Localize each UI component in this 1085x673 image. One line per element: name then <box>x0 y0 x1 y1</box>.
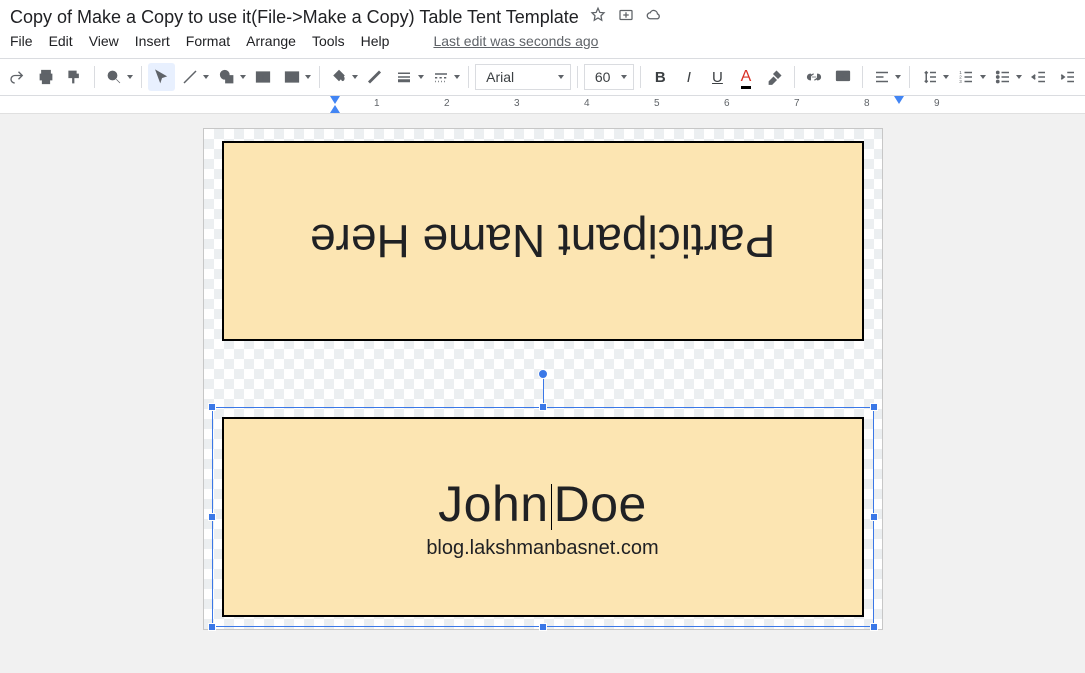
ruler-mark: 5 <box>654 98 660 109</box>
textbox-icon[interactable] <box>250 63 277 91</box>
font-family-value: Arial <box>486 69 514 85</box>
ruler-mark: 4 <box>584 98 590 109</box>
font-size-value: 60 <box>595 69 611 85</box>
resize-handle-n[interactable] <box>539 403 547 411</box>
print-icon[interactable] <box>33 63 60 91</box>
ruler-mark: 9 <box>934 98 940 109</box>
redo-icon[interactable] <box>4 63 31 91</box>
ruler-mark: 8 <box>864 98 870 109</box>
resize-handle-ne[interactable] <box>870 403 878 411</box>
resize-handle-s[interactable] <box>539 623 547 631</box>
resize-handle-sw[interactable] <box>208 623 216 631</box>
indent-left-marker[interactable] <box>330 105 340 113</box>
highlight-color-button[interactable] <box>761 63 788 91</box>
align-horizontal-icon[interactable] <box>869 63 896 91</box>
menu-view[interactable]: View <box>89 33 119 49</box>
menubar: File Edit View Insert Format Arrange Too… <box>0 31 1085 58</box>
horizontal-ruler[interactable]: 1 2 3 4 5 6 7 8 9 <box>0 96 1085 114</box>
decrease-indent-icon[interactable] <box>1026 63 1053 91</box>
border-weight-icon[interactable] <box>391 63 418 91</box>
menu-help[interactable]: Help <box>361 33 390 49</box>
drawing-page[interactable]: Participant Name Here John Doe JohnDoe b… <box>203 128 883 630</box>
ruler-mark: 7 <box>794 98 800 109</box>
canvas-workspace[interactable]: Participant Name Here John Doe JohnDoe b… <box>0 114 1085 673</box>
menu-insert[interactable]: Insert <box>135 33 170 49</box>
top-tent-card[interactable]: Participant Name Here <box>222 141 864 341</box>
bold-button[interactable]: B <box>647 63 674 91</box>
border-color-icon[interactable] <box>362 63 389 91</box>
doc-title[interactable]: Copy of Make a Copy to use it(File->Make… <box>10 7 579 28</box>
ruler-mark: 3 <box>514 98 520 109</box>
select-tool-icon[interactable] <box>148 63 175 91</box>
star-icon[interactable] <box>589 6 607 29</box>
indent-right-marker[interactable] <box>894 96 904 104</box>
menu-edit[interactable]: Edit <box>49 33 73 49</box>
line-spacing-icon[interactable] <box>916 63 943 91</box>
svg-text:3: 3 <box>960 79 963 84</box>
last-edit-link[interactable]: Last edit was seconds ago <box>433 33 598 49</box>
ruler-mark: 1 <box>374 98 380 109</box>
insert-comment-icon[interactable] <box>829 63 856 91</box>
text-color-button[interactable]: A <box>733 63 760 91</box>
numbered-list-icon[interactable]: 123 <box>953 63 980 91</box>
menu-file[interactable]: File <box>10 33 33 49</box>
menu-arrange[interactable]: Arrange <box>246 33 296 49</box>
selected-shape[interactable]: John Doe JohnDoe blog.lakshmanbasnet.com <box>222 417 864 617</box>
resize-handle-nw[interactable] <box>208 403 216 411</box>
shape-tool-icon[interactable] <box>213 63 240 91</box>
selection-outline <box>212 407 874 627</box>
zoom-icon[interactable] <box>101 63 128 91</box>
rotation-handle[interactable] <box>538 369 548 379</box>
move-icon[interactable] <box>617 6 635 29</box>
resize-handle-w[interactable] <box>208 513 216 521</box>
increase-indent-icon[interactable] <box>1055 63 1082 91</box>
bulleted-list-icon[interactable] <box>990 63 1017 91</box>
font-size-select[interactable]: 60 <box>584 64 634 90</box>
cloud-status-icon[interactable] <box>645 6 663 29</box>
image-icon[interactable] <box>278 63 305 91</box>
insert-link-icon[interactable] <box>801 63 828 91</box>
border-dash-icon[interactable] <box>428 63 455 91</box>
menu-format[interactable]: Format <box>186 33 230 49</box>
toolbar: Arial 60 B I U A 123 <box>0 58 1085 96</box>
italic-button[interactable]: I <box>676 63 703 91</box>
font-family-select[interactable]: Arial <box>475 64 571 90</box>
line-tool-icon[interactable] <box>177 63 204 91</box>
indent-first-line-marker[interactable] <box>330 96 340 104</box>
underline-button[interactable]: U <box>704 63 731 91</box>
ruler-mark: 2 <box>444 98 450 109</box>
menu-tools[interactable]: Tools <box>312 33 345 49</box>
top-card-text[interactable]: Participant Name Here <box>310 214 775 268</box>
ruler-mark: 6 <box>724 98 730 109</box>
rotation-connector <box>543 377 544 403</box>
paint-format-icon[interactable] <box>61 63 88 91</box>
resize-handle-e[interactable] <box>870 513 878 521</box>
fill-color-icon[interactable] <box>326 63 353 91</box>
resize-handle-se[interactable] <box>870 623 878 631</box>
